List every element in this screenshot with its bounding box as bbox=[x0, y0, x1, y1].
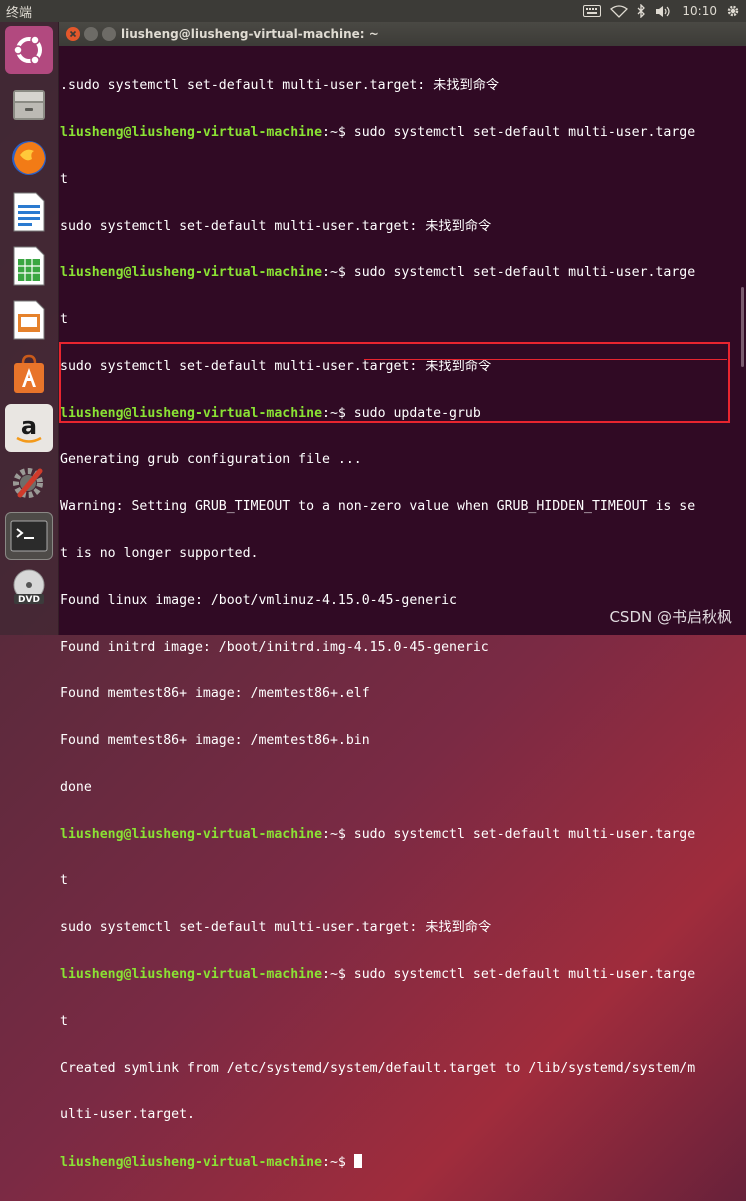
writer-icon[interactable] bbox=[5, 188, 53, 236]
files-icon[interactable] bbox=[5, 80, 53, 128]
text-cursor bbox=[353, 1154, 362, 1169]
terminal-window: liusheng@liusheng-virtual-machine: ~ .su… bbox=[59, 22, 746, 1170]
firefox-icon[interactable] bbox=[5, 134, 53, 182]
svg-text:a: a bbox=[21, 412, 37, 440]
terminal-line: Found memtest86+ image: /memtest86+.bin bbox=[60, 733, 370, 749]
terminal-line: t bbox=[60, 873, 68, 889]
app-name: 终端 bbox=[6, 5, 33, 21]
terminal-line: .sudo systemctl set-default multi-user.t… bbox=[60, 78, 500, 94]
watermark: CSDN @书启秋枫 bbox=[609, 608, 732, 626]
keyboard-icon[interactable] bbox=[583, 5, 602, 17]
terminal-line: t bbox=[60, 312, 68, 328]
terminal-line: liusheng@liusheng-virtual-machine:~$ sud… bbox=[60, 826, 696, 842]
maximize-button[interactable] bbox=[102, 27, 116, 41]
terminal-line: t bbox=[60, 171, 68, 187]
software-center-icon[interactable] bbox=[5, 350, 53, 398]
terminal-line: t bbox=[60, 1013, 68, 1029]
terminal-line: liusheng@liusheng-virtual-machine:~$ bbox=[60, 1154, 734, 1170]
wifi-icon[interactable] bbox=[610, 4, 629, 18]
terminal-line: sudo systemctl set-default multi-user.ta… bbox=[60, 920, 492, 936]
terminal-line: Created symlink from /etc/systemd/system… bbox=[60, 1060, 696, 1076]
terminal-line: Found memtest86+ image: /memtest86+.elf bbox=[60, 686, 370, 702]
annotation-highlight-box bbox=[59, 342, 730, 423]
window-titlebar[interactable]: liusheng@liusheng-virtual-machine: ~ bbox=[59, 22, 746, 46]
terminal-output[interactable]: .sudo systemctl set-default multi-user.t… bbox=[60, 46, 734, 1170]
volume-icon[interactable] bbox=[655, 5, 673, 18]
window-title: liusheng@liusheng-virtual-machine: ~ bbox=[121, 27, 379, 41]
dvd-icon[interactable]: DVD bbox=[5, 566, 53, 614]
calc-icon[interactable] bbox=[5, 242, 53, 290]
minimize-button[interactable] bbox=[84, 27, 98, 41]
terminal-line: liusheng@liusheng-virtual-machine:~$ sud… bbox=[60, 967, 696, 983]
terminal-line: liusheng@liusheng-virtual-machine:~$ sud… bbox=[60, 265, 696, 281]
ubuntu-logo-icon[interactable] bbox=[5, 26, 53, 74]
bluetooth-icon[interactable] bbox=[637, 4, 646, 18]
close-button[interactable] bbox=[66, 27, 80, 41]
terminal-line: done bbox=[60, 779, 92, 795]
terminal-line: Found initrd image: /boot/initrd.img-4.1… bbox=[60, 639, 489, 655]
scrollbar[interactable] bbox=[741, 287, 744, 367]
impress-icon[interactable] bbox=[5, 296, 53, 344]
gear-icon[interactable] bbox=[726, 4, 740, 18]
terminal-line: sudo systemctl set-default multi-user.ta… bbox=[60, 218, 492, 234]
terminal-line: Generating grub configuration file ... bbox=[60, 452, 362, 468]
amazon-icon[interactable]: a bbox=[5, 404, 53, 452]
terminal-line: ulti-user.target. bbox=[60, 1107, 195, 1123]
terminal-line: Warning: Setting GRUB_TIMEOUT to a non-z… bbox=[60, 499, 696, 515]
settings-icon[interactable] bbox=[5, 458, 53, 506]
svg-text:DVD: DVD bbox=[18, 595, 40, 605]
launcher: a DVD bbox=[0, 22, 59, 635]
top-panel: 终端 10:10 bbox=[0, 0, 746, 22]
clock[interactable]: 10:10 bbox=[682, 4, 717, 18]
terminal-line: t is no longer supported. bbox=[60, 546, 259, 561]
terminal-icon[interactable] bbox=[5, 512, 53, 560]
indicator-area: 10:10 bbox=[583, 0, 740, 22]
terminal-line: liusheng@liusheng-virtual-machine:~$ sud… bbox=[60, 124, 696, 140]
